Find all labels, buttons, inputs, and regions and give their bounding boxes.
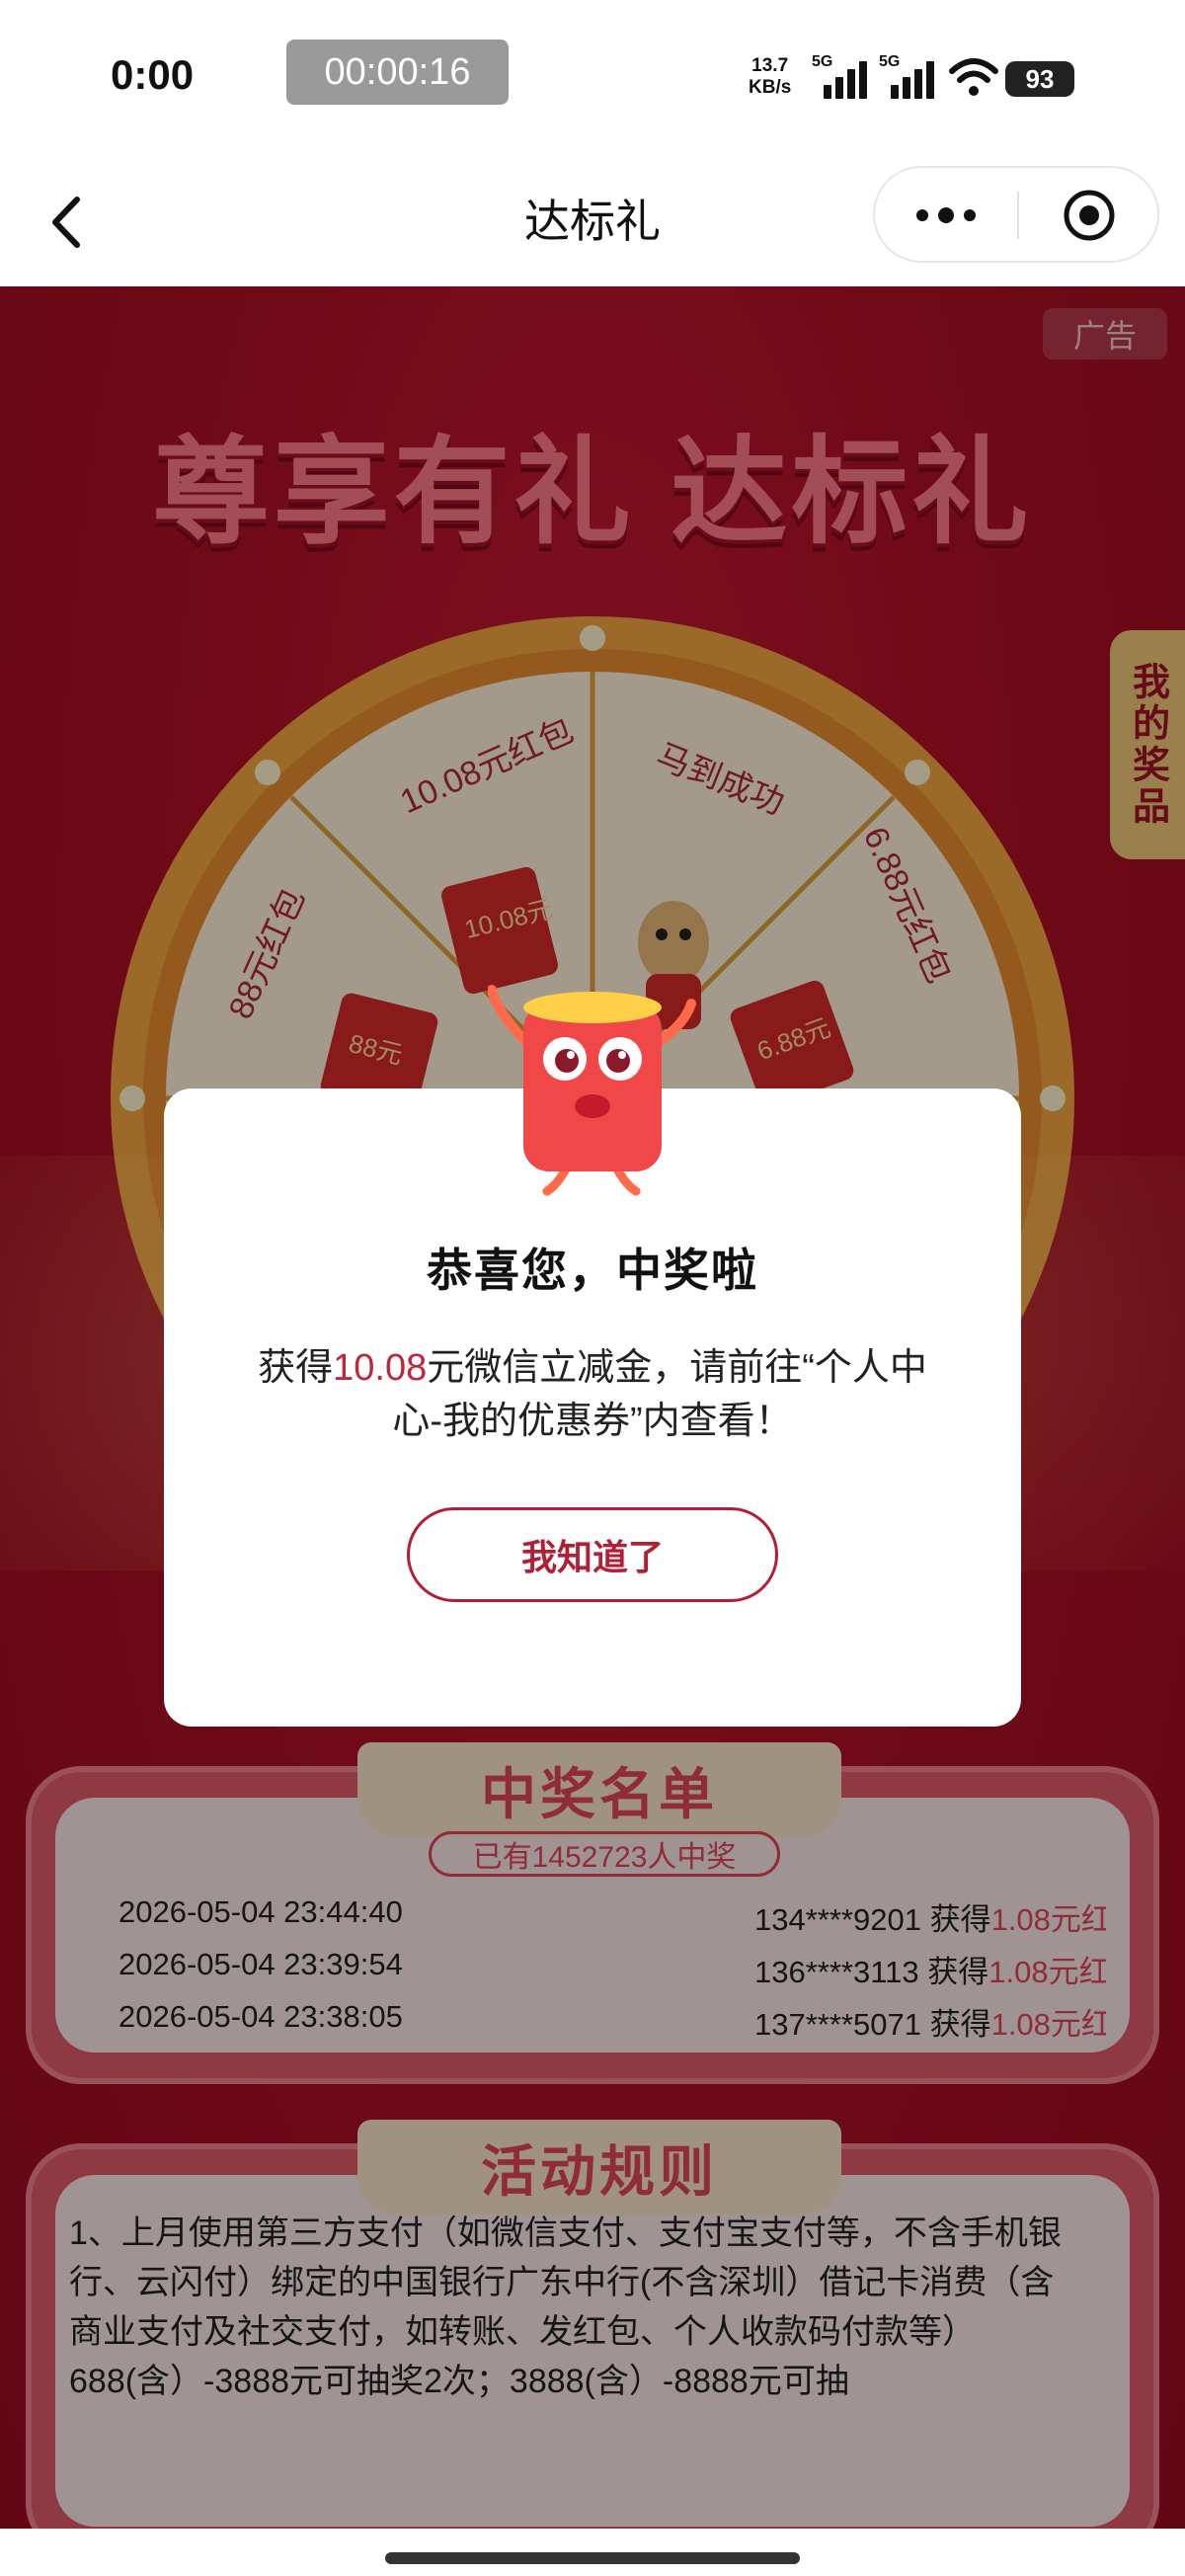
nav-bar: 达标礼 (0, 158, 1185, 286)
more-options-button[interactable] (875, 168, 1017, 263)
modal-message-prefix: 获得 (258, 1347, 334, 1389)
wifi-icon (949, 58, 998, 96)
acknowledge-button[interactable]: 我知道了 (407, 1507, 778, 1602)
status-bar: 0:00 00:00:16 13.7 KB/s 5G 5G 93 (0, 0, 1185, 158)
network-speed: 13.7 KB/s (749, 55, 791, 99)
modal-message-suffix: 元微信立减金，请前往“个人中心-我的优惠券”内查看！ (392, 1347, 927, 1442)
cellular-signal-icon: 5G (812, 53, 867, 99)
signal-label-2: 5G (879, 53, 901, 70)
modal-message: 获得10.08元微信立减金，请前往“个人中心-我的优惠券”内查看！ (233, 1341, 952, 1448)
screen-recording-timer[interactable]: 00:00:16 (286, 40, 509, 105)
target-close-icon (1064, 190, 1115, 241)
battery-indicator: 93 (1005, 61, 1074, 97)
modal-title: 恭喜您，中奖啦 (427, 1245, 758, 1296)
close-miniprogram-button[interactable] (1019, 168, 1159, 263)
miniprogram-capsule (873, 166, 1159, 263)
prize-amount: 10.08 (333, 1347, 428, 1389)
red-envelope-mascot-icon (488, 985, 696, 1196)
network-speed-unit: KB/s (749, 77, 792, 98)
more-dots-icon (916, 207, 976, 223)
home-indicator-bar (0, 2529, 1185, 2576)
status-time: 0:00 (111, 51, 195, 98)
cellular-signal-icon-2: 5G (879, 53, 934, 99)
home-indicator[interactable] (385, 2552, 800, 2564)
network-speed-value: 13.7 (751, 55, 789, 76)
signal-label: 5G (812, 53, 833, 70)
